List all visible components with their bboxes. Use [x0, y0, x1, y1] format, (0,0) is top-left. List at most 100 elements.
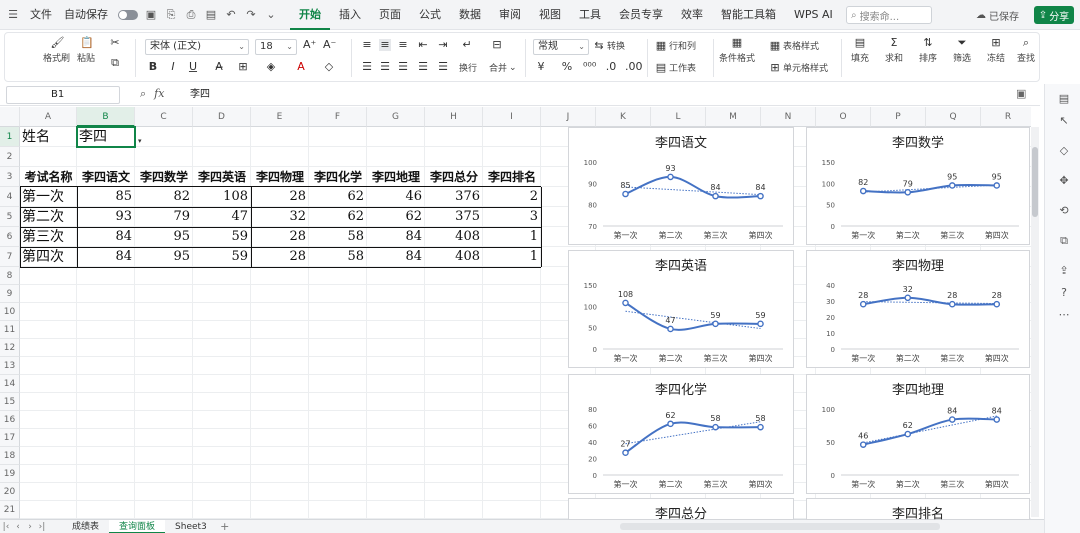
table-header-cell[interactable]: 李四地理	[367, 167, 425, 187]
select-all-corner[interactable]	[0, 107, 20, 127]
format-painter-button[interactable]: 🖌 格式刷	[43, 37, 70, 65]
table-cell[interactable]: 62	[367, 207, 425, 227]
row-header[interactable]: 9	[0, 285, 20, 303]
row-header[interactable]: 8	[0, 267, 20, 285]
menu-tab[interactable]: WPS AI	[785, 0, 842, 30]
table-cell[interactable]: 58	[309, 247, 367, 267]
formula-input[interactable]: 李四	[190, 87, 210, 103]
table-cell[interactable]: 62	[309, 207, 367, 227]
column-header[interactable]: K	[596, 107, 651, 127]
eraser-icon[interactable]: ◇	[1057, 144, 1071, 158]
border-button[interactable]: ⊞	[237, 61, 249, 73]
table-style-button[interactable]: ▦ 表格样式	[769, 39, 819, 52]
column-header[interactable]: G	[367, 107, 425, 127]
row-header[interactable]: 3	[0, 167, 20, 187]
line-chart[interactable]: 李四总分	[568, 498, 794, 522]
table-cell[interactable]: 82	[135, 187, 193, 207]
table-cell[interactable]: 93	[77, 207, 135, 227]
bold-button[interactable]: B	[147, 61, 159, 73]
sheet-tab[interactable]: 查询面板	[109, 519, 166, 533]
row-header[interactable]: 5	[0, 207, 20, 227]
add-sheet-icon[interactable]: +	[219, 520, 231, 533]
sheet-tab[interactable]: 成绩表	[62, 520, 109, 533]
freeze-button[interactable]: ⊞ 冻结	[987, 37, 1005, 65]
cut-button[interactable]: ✂	[109, 37, 121, 49]
menu-tab[interactable]: 审阅	[490, 0, 530, 30]
percent-button[interactable]: %	[561, 61, 573, 73]
sum-button[interactable]: Σ 求和	[885, 37, 903, 65]
column-header[interactable]: O	[816, 107, 871, 127]
table-cell[interactable]: 59	[193, 227, 251, 247]
copy-button[interactable]: ⧉	[109, 57, 121, 69]
table-cell[interactable]: 1	[483, 247, 541, 267]
table-cell[interactable]: 第三次	[20, 227, 77, 247]
panel-icon[interactable]: ▤	[1057, 92, 1071, 106]
table-cell[interactable]: 32	[251, 207, 309, 227]
underline-button[interactable]: U	[187, 61, 199, 73]
align-right-button[interactable]: ☰	[397, 61, 409, 73]
currency-button[interactable]: ¥	[535, 61, 547, 73]
share-icon[interactable]: ⇪	[1057, 264, 1071, 278]
help-icon[interactable]: ?	[1057, 286, 1071, 300]
number-format-select[interactable]: 常规 ⌄	[533, 39, 589, 55]
line-chart[interactable]: 李四英语 150 100 50 0 第一次 第二次 第三次 第四次 108 47 59 59	[568, 250, 794, 368]
print-icon[interactable]: ⎙	[184, 8, 198, 22]
row-header[interactable]: 14	[0, 375, 20, 393]
tools-icon[interactable]: ✥	[1057, 174, 1071, 188]
expand-formula-icon[interactable]: ▣	[1016, 87, 1026, 100]
row-header[interactable]: 20	[0, 483, 20, 501]
column-header[interactable]: I	[483, 107, 541, 127]
convert-button[interactable]: ⇆ 转换	[593, 39, 625, 52]
table-cell[interactable]: 84	[367, 247, 425, 267]
align-center-button[interactable]: ☰	[379, 61, 391, 73]
find-button[interactable]: ⌕ 查找	[1017, 37, 1035, 65]
name-box[interactable]: B1	[6, 86, 120, 104]
menu-tab[interactable]: 开始	[290, 0, 330, 30]
table-cell[interactable]: 2	[483, 187, 541, 207]
row-header[interactable]: 2	[0, 147, 20, 167]
column-header[interactable]: R	[981, 107, 1031, 127]
row-header[interactable]: 12	[0, 339, 20, 357]
column-header[interactable]: M	[706, 107, 761, 127]
distribute-button[interactable]: ☰	[437, 61, 449, 73]
table-cell[interactable]: 1	[483, 227, 541, 247]
cond-format-button[interactable]: ▦ 条件格式	[719, 37, 755, 65]
align-middle-button[interactable]: ≡	[379, 39, 391, 51]
decimal-decrease-button[interactable]: .00	[625, 61, 643, 73]
share-button[interactable]: ⇪ 分享	[1034, 6, 1074, 24]
menu-tab[interactable]: 工具	[570, 0, 610, 30]
font-color-button[interactable]: A	[295, 61, 307, 73]
sheet-tab[interactable]: Sheet3	[165, 520, 217, 533]
cell-style-button[interactable]: ⊞ 单元格样式	[769, 61, 828, 74]
table-cell[interactable]: 58	[309, 227, 367, 247]
strikethrough-button[interactable]: A̶	[213, 61, 225, 73]
column-header[interactable]: N	[761, 107, 816, 127]
indent-increase-button[interactable]: ⇥	[437, 39, 449, 51]
row-header[interactable]: 10	[0, 303, 20, 321]
column-header[interactable]: J	[541, 107, 596, 127]
table-cell[interactable]: 第四次	[20, 247, 77, 267]
table-header-cell[interactable]: 李四排名	[483, 167, 541, 187]
table-header-cell[interactable]: 李四物理	[251, 167, 309, 187]
line-chart[interactable]: 李四语文 100 90 80 70 第一次 第二次 第三次 第四次 85 93 84 84	[568, 127, 794, 245]
select-icon[interactable]: ↖	[1057, 114, 1071, 128]
table-header-cell[interactable]: 考试名称	[20, 167, 77, 187]
table-cell[interactable]: 第一次	[20, 187, 77, 207]
export-icon[interactable]: ⎘	[164, 8, 178, 22]
justify-button[interactable]: ☰	[417, 61, 429, 73]
first-sheet-icon[interactable]: |‹	[0, 522, 12, 532]
row-header[interactable]: 7	[0, 247, 20, 267]
column-header[interactable]: L	[651, 107, 706, 127]
table-cell[interactable]: 62	[309, 187, 367, 207]
undo-icon[interactable]: ↶	[224, 8, 238, 22]
column-header[interactable]: A	[20, 107, 77, 127]
menu-file[interactable]: 文件	[26, 0, 56, 30]
worksheet-button[interactable]: ▤ 工作表	[655, 61, 696, 74]
search-input[interactable]: ⌕ 搜索命...	[846, 6, 932, 24]
column-header[interactable]: H	[425, 107, 483, 127]
zoom-icon[interactable]: ⌕	[140, 87, 146, 101]
table-cell[interactable]: 79	[135, 207, 193, 227]
column-header[interactable]: C	[135, 107, 193, 127]
menu-tab[interactable]: 数据	[450, 0, 490, 30]
save-icon[interactable]: ▣	[144, 8, 158, 22]
